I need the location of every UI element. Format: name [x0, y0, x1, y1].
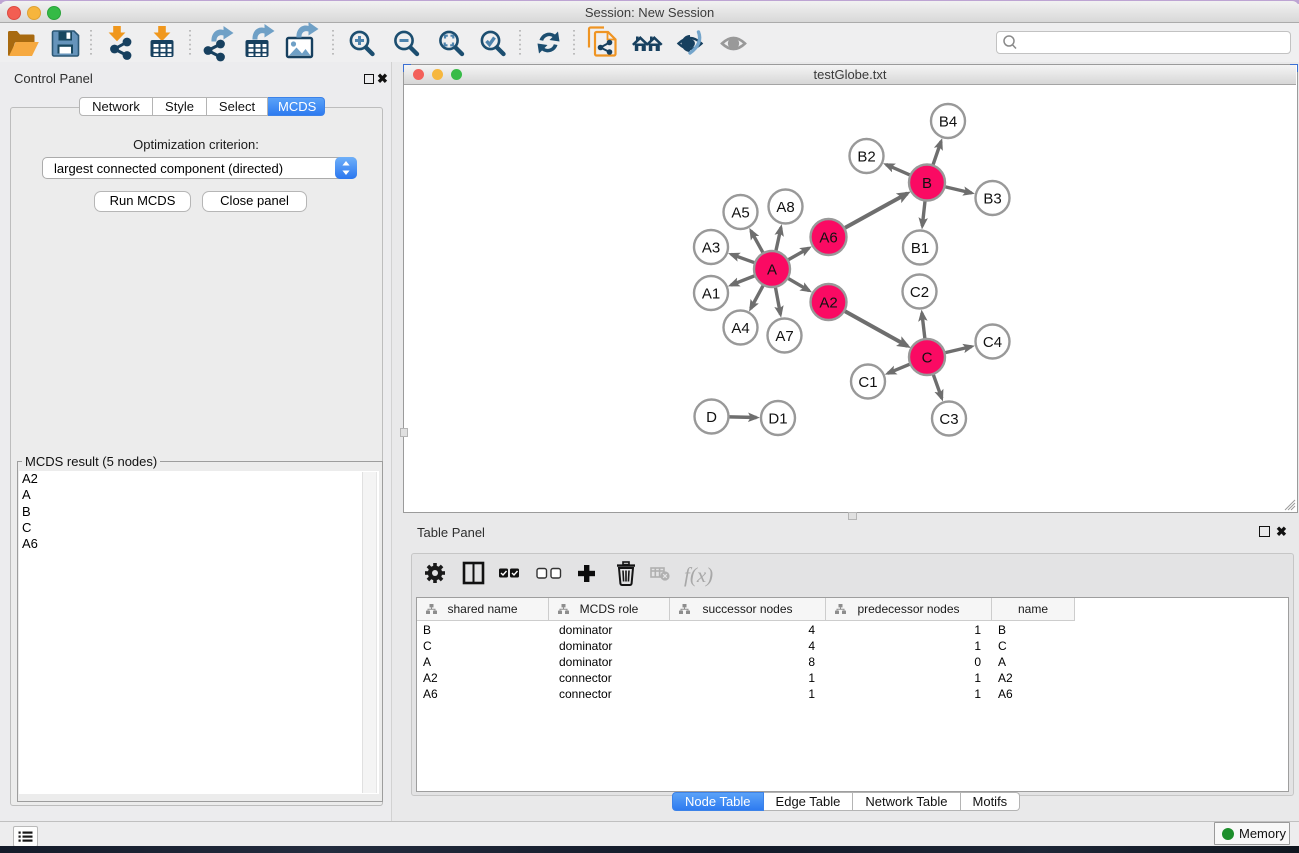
svg-text:f(x): f(x)	[684, 563, 713, 587]
svg-text:B: B	[922, 175, 932, 192]
svg-text:D1: D1	[768, 411, 787, 428]
svg-text:A8: A8	[776, 199, 794, 216]
svg-text:B2: B2	[857, 149, 875, 166]
svg-text:A1: A1	[702, 286, 720, 303]
svg-text:C3: C3	[939, 411, 958, 428]
svg-text:A2: A2	[819, 295, 837, 312]
svg-text:B1: B1	[911, 240, 929, 257]
svg-text:C2: C2	[910, 284, 929, 301]
svg-text:A5: A5	[731, 205, 749, 222]
svg-text:A6: A6	[819, 230, 837, 247]
svg-text:A7: A7	[775, 328, 793, 345]
svg-text:A3: A3	[702, 240, 720, 257]
svg-text:B4: B4	[939, 114, 957, 131]
svg-text:A: A	[767, 262, 777, 279]
svg-text:A4: A4	[731, 320, 749, 337]
svg-text:D: D	[706, 409, 717, 426]
svg-text:C4: C4	[983, 334, 1002, 351]
svg-text:C1: C1	[858, 374, 877, 391]
svg-text:B3: B3	[983, 191, 1001, 208]
svg-text:C: C	[922, 350, 933, 367]
